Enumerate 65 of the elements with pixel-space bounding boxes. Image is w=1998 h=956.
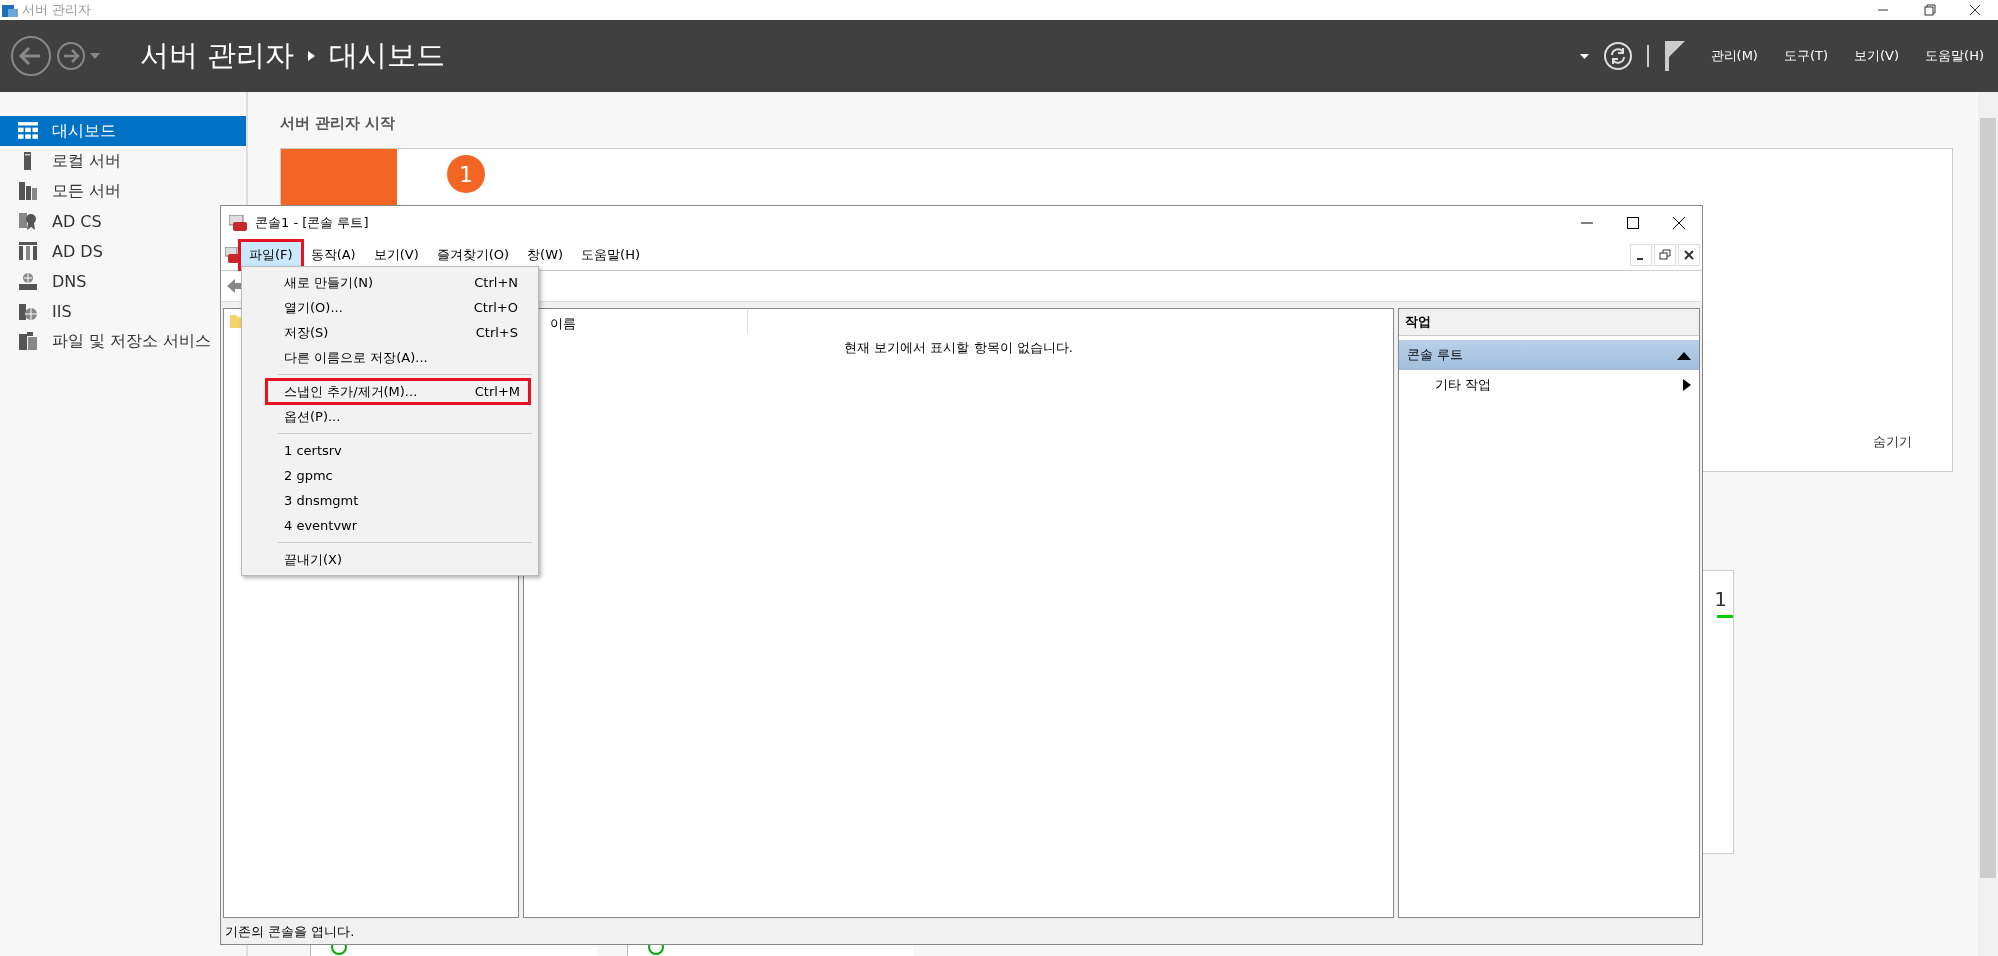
breadcrumb-item: 대시보드 xyxy=(329,37,446,74)
shortcut-text: Ctrl+M xyxy=(474,384,520,399)
section-heading: 서버 관리자 시작 xyxy=(280,114,397,134)
header-menu-item[interactable]: 도구(T) xyxy=(1783,47,1829,65)
scrollbar[interactable] xyxy=(1978,92,1998,956)
web-server-icon xyxy=(18,302,38,320)
flag-icon[interactable] xyxy=(1662,41,1685,71)
file-storage-icon xyxy=(18,332,38,350)
shortcut-text: Ctrl+S xyxy=(475,325,518,340)
menu-item[interactable]: 옵션(P)... xyxy=(244,404,534,429)
menu-item[interactable]: 보기(V) xyxy=(365,242,427,268)
console-icon xyxy=(229,215,247,231)
dashboard-icon xyxy=(18,122,38,140)
menu-item[interactable]: 다른 이름으로 저장(A)... xyxy=(244,345,534,370)
header-menu-item[interactable]: 도움말(H) xyxy=(1925,47,1984,65)
menu-item[interactable]: 2 gpmc xyxy=(244,463,534,488)
forward-icon[interactable] xyxy=(56,41,86,71)
sidebar-item[interactable]: 파일 및 저장소 서비스 xyxy=(0,326,216,356)
menu-item[interactable]: 새로 만들기(N) Ctrl+N xyxy=(244,270,534,295)
empty-message: 현재 보기에서 표시할 항목이 없습니다. xyxy=(843,339,1074,357)
header-menu-item[interactable]: 관리(M) xyxy=(1710,47,1758,65)
menu-item[interactable]: 창(W) xyxy=(519,242,572,268)
menu-item[interactable]: 3 dnsmgmt xyxy=(244,488,534,513)
sidebar-item[interactable]: DNS xyxy=(0,266,91,296)
refresh-icon[interactable] xyxy=(1602,41,1633,71)
menu-item[interactable]: 즐겨찾기(O) xyxy=(428,242,518,268)
breadcrumb-separator-icon xyxy=(308,51,316,61)
header-menu-item[interactable]: 보기(V) xyxy=(1854,47,1900,65)
status-text: 기존의 콘솔을 엽니다. xyxy=(224,923,356,941)
menu-item[interactable]: 1 certsrv xyxy=(244,438,534,463)
sidebar-item[interactable]: 로컬 서버 xyxy=(0,146,126,176)
directory-server-icon xyxy=(18,242,38,260)
menu-item[interactable]: 동작(A) xyxy=(302,242,364,268)
console-title: 콘솔1 - [콘솔 루트] xyxy=(255,214,369,232)
sidebar-item[interactable]: 대시보드 xyxy=(0,116,246,146)
action-item[interactable]: 기타 작업 xyxy=(1399,370,1699,400)
submenu-arrow-icon xyxy=(1683,379,1691,391)
servers-icon xyxy=(18,182,38,200)
collapse-caret-icon xyxy=(1677,350,1691,360)
tile-count: 1 xyxy=(1714,587,1727,611)
dropdown-caret-icon[interactable] xyxy=(1579,53,1589,59)
actions-section[interactable]: 콘솔 루트 xyxy=(1399,340,1699,370)
shortcut-text: Ctrl+O xyxy=(473,300,518,315)
menu-item[interactable]: 4 eventvwr xyxy=(244,513,534,538)
menu-item[interactable]: 파일(F) xyxy=(241,242,301,268)
server-manager-icon xyxy=(2,3,18,17)
dns-server-icon xyxy=(18,272,38,290)
window-title: 서버 관리자 xyxy=(22,1,92,19)
breadcrumb-item[interactable]: 서버 관리자 xyxy=(140,36,295,76)
sidebar-item[interactable]: AD CS xyxy=(0,206,106,236)
sidebar-item[interactable]: 모든 서버 xyxy=(0,176,126,206)
minimize-icon[interactable] xyxy=(1630,244,1652,266)
menu-item[interactable]: 스냅인 추가/제거(M)... Ctrl+M xyxy=(266,379,530,404)
sidebar-item[interactable]: IIS xyxy=(0,296,76,326)
restore-icon[interactable] xyxy=(1654,244,1676,266)
menu-item[interactable]: 끝내기(X) xyxy=(244,547,534,572)
hide-link[interactable]: 숨기기 xyxy=(1873,433,1912,451)
certificate-server-icon xyxy=(18,212,38,230)
step-number: 1 xyxy=(447,155,485,193)
shortcut-text: Ctrl+N xyxy=(474,275,518,290)
actions-header: 작업 xyxy=(1399,309,1699,336)
sidebar-item[interactable]: AD DS xyxy=(0,236,107,266)
menu-item[interactable]: 도움말(H) xyxy=(573,242,649,268)
close-icon[interactable] xyxy=(1678,244,1700,266)
back-icon[interactable] xyxy=(10,35,52,77)
